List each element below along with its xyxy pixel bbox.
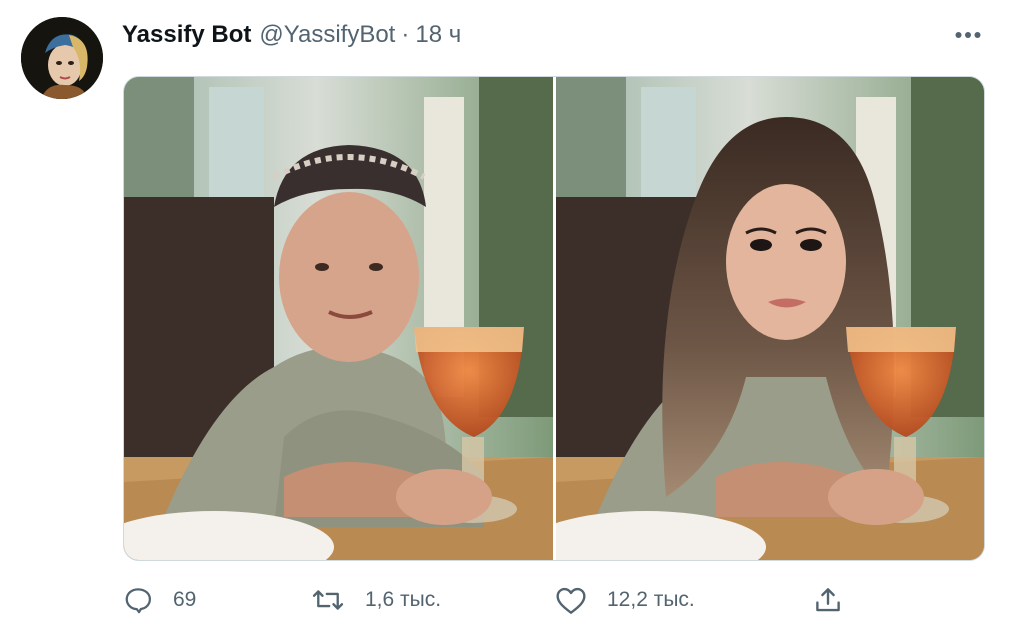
separator-dot: · [401,21,410,48]
reply-icon [125,588,151,614]
like-button[interactable]: 12,2 тыс. [555,578,695,622]
more-options-button[interactable] [948,20,988,50]
original-photo[interactable] [124,77,553,560]
author-name[interactable]: Yassify Bot [122,21,251,49]
avatar-portrait-icon [21,17,103,99]
tweet-time[interactable]: 18 ч [415,21,461,49]
more-dots-icon [955,32,981,38]
retweet-button[interactable]: 1,6 тыс. [311,578,441,622]
retweet-icon [312,590,344,610]
avatar[interactable] [21,17,103,99]
share-icon [816,588,840,612]
media-grid [123,76,985,561]
share-button[interactable] [813,578,843,622]
reply-button[interactable]: 69 [123,578,196,622]
like-count: 12,2 тыс. [607,588,695,611]
tweet: Yassify Bot @YassifyBot · 18 ч 69 1,6 ты… [0,0,1009,634]
retweet-count: 1,6 тыс. [365,588,442,611]
reply-count: 69 [173,588,197,611]
author-handle[interactable]: @YassifyBot [259,21,395,49]
like-icon [556,587,586,614]
tweet-actions: 69 1,6 тыс. 12,2 тыс. [123,578,983,622]
tweet-header: Yassify Bot @YassifyBot · 18 ч [122,18,461,52]
yassified-photo[interactable] [556,77,984,560]
